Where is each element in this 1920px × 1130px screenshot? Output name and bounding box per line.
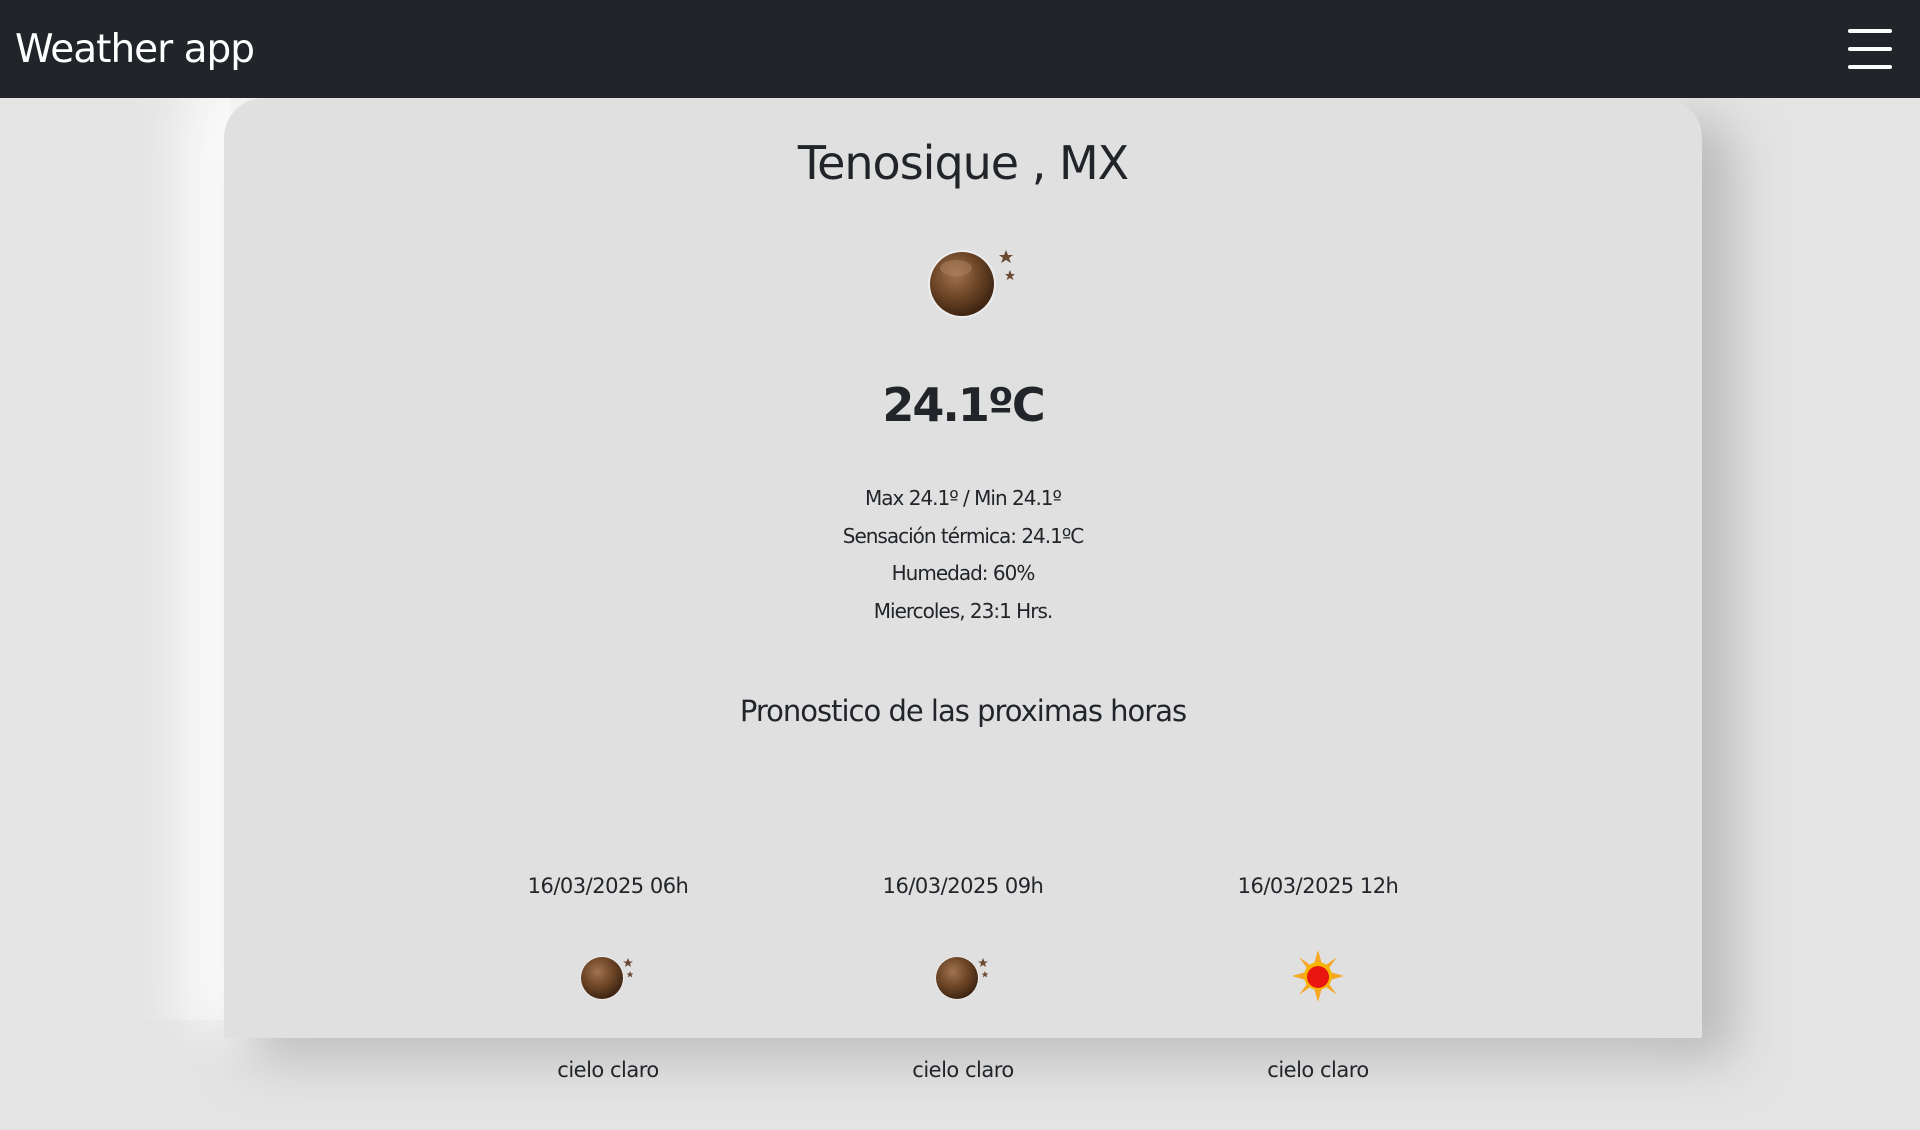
forecast-date: 16/03/2025 09h	[882, 874, 1044, 898]
menu-bar-top	[1848, 29, 1892, 33]
weather-card: Tenosique , MX 24.1ºC Max 24.1º / Min 24…	[224, 98, 1702, 1082]
city-name: Tenosique , MX	[797, 136, 1129, 190]
forecast-item: 16/03/2025 12h cielo claro	[1168, 866, 1468, 1082]
forecast-description: cielo claro	[557, 1058, 659, 1082]
clear-night-moon-icon	[935, 956, 989, 1000]
forecast-description: cielo claro	[1267, 1058, 1369, 1082]
menu-bar-bottom	[1848, 65, 1892, 69]
weather-details: Max 24.1º / Min 24.1º Sensación térmica:…	[224, 480, 1702, 630]
forecast-description: cielo claro	[912, 1058, 1014, 1082]
hamburger-menu-icon[interactable]	[1848, 29, 1892, 69]
humidity: Humedad: 60%	[891, 561, 1036, 585]
feels-like: Sensación térmica: 24.1ºC	[842, 523, 1085, 548]
forecast-list: 16/03/2025 06h cielo claro 16/03/2025 09…	[224, 870, 1702, 1130]
navbar: Weather app	[0, 0, 1920, 98]
forecast-item: 16/03/2025 06h cielo claro	[458, 866, 758, 1082]
forecast-title: Pronostico de las proximas horas	[739, 694, 1187, 728]
clear-night-moon-icon	[928, 250, 1015, 318]
forecast-date: 16/03/2025 12h	[1237, 874, 1399, 898]
clear-night-moon-icon	[580, 956, 634, 1000]
forecast-item: 16/03/2025 09h cielo claro	[813, 866, 1113, 1082]
sun-icon	[1292, 950, 1344, 1002]
current-datetime: Miercoles, 23:1 Hrs.	[873, 598, 1053, 623]
forecast-date: 16/03/2025 06h	[527, 874, 689, 898]
menu-bar-middle	[1848, 47, 1892, 51]
background-glow	[130, 98, 230, 1020]
brand-title[interactable]: Weather app	[15, 27, 255, 72]
max-min-temperature: Max 24.1º / Min 24.1º	[865, 486, 1062, 510]
current-temperature: 24.1ºC	[882, 378, 1045, 432]
